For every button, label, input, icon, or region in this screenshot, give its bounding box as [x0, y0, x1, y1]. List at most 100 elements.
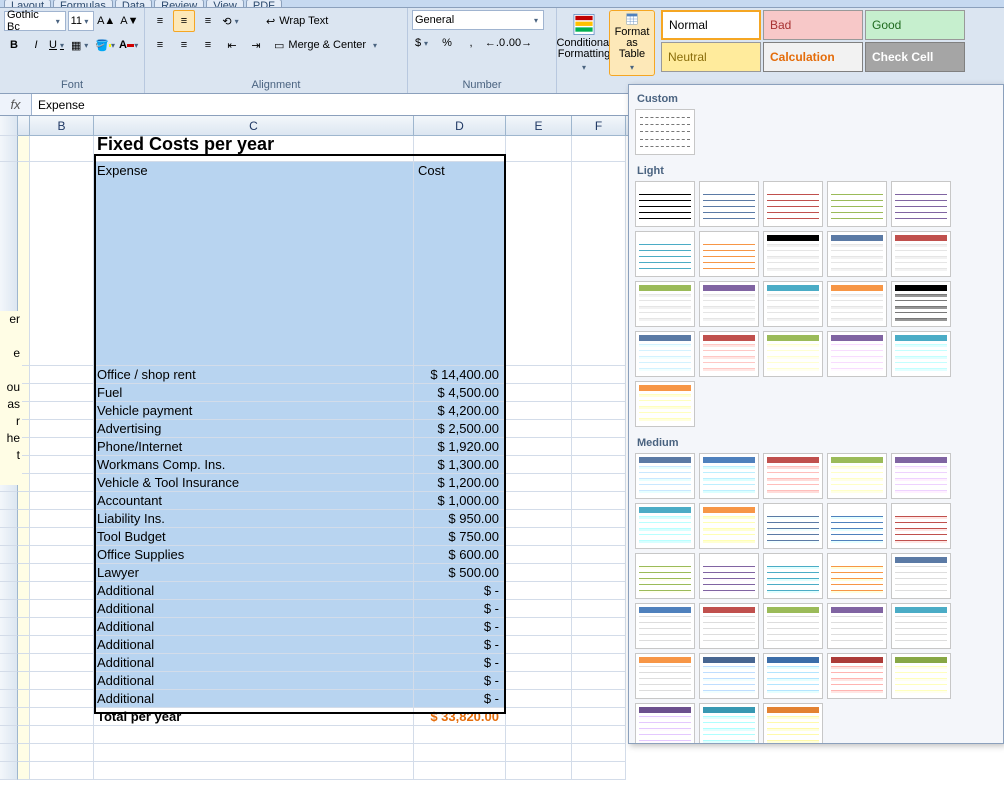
cell-style-normal[interactable]: Normal	[661, 10, 761, 40]
table-style-swatch[interactable]	[699, 553, 759, 599]
tab-pdf[interactable]: PDF	[246, 0, 282, 8]
table-style-swatch[interactable]	[699, 181, 759, 227]
table-style-swatch[interactable]	[635, 553, 695, 599]
table-style-swatch[interactable]	[635, 653, 695, 699]
table-style-swatch[interactable]	[827, 653, 887, 699]
cell-style-good[interactable]: Good	[865, 10, 965, 40]
table-row[interactable]	[0, 744, 1004, 762]
table-style-swatch[interactable]	[763, 503, 823, 549]
border-button[interactable]: ▦▾	[70, 34, 92, 56]
align-right-button[interactable]: ≡	[197, 34, 219, 56]
table-style-custom[interactable]	[635, 109, 695, 155]
format-as-table-button[interactable]: Format as Table▾	[609, 10, 655, 76]
table-style-swatch[interactable]	[699, 503, 759, 549]
table-style-swatch[interactable]	[763, 181, 823, 227]
bold-button[interactable]: B	[4, 34, 24, 56]
number-format-combo[interactable]: General▾	[412, 10, 544, 30]
table-style-swatch[interactable]	[891, 653, 951, 699]
table-style-swatch[interactable]	[827, 453, 887, 499]
table-style-swatch[interactable]	[763, 331, 823, 377]
tab-data[interactable]: Data	[115, 0, 152, 8]
table-style-swatch[interactable]	[699, 603, 759, 649]
table-style-swatch[interactable]	[827, 181, 887, 227]
table-style-swatch[interactable]	[827, 231, 887, 277]
table-style-swatch[interactable]	[763, 603, 823, 649]
align-top-button[interactable]: ≡	[149, 10, 171, 32]
align-left-button[interactable]: ≡	[149, 34, 171, 56]
table-style-swatch[interactable]	[891, 231, 951, 277]
font-name-combo[interactable]: Gothic Bc▾	[4, 11, 66, 31]
comma-format-button[interactable]: ,	[460, 32, 482, 54]
col-header-A[interactable]	[18, 116, 30, 135]
col-header-B[interactable]: B	[30, 116, 94, 135]
table-style-swatch[interactable]	[891, 181, 951, 227]
align-center-button[interactable]: ≡	[173, 34, 195, 56]
table-style-swatch[interactable]	[827, 331, 887, 377]
fx-button[interactable]: fx	[0, 94, 32, 115]
underline-button[interactable]: U▾	[48, 34, 68, 56]
table-style-swatch[interactable]	[763, 703, 823, 744]
table-style-swatch[interactable]	[699, 653, 759, 699]
col-header-F[interactable]: F	[572, 116, 626, 135]
table-style-swatch[interactable]	[635, 453, 695, 499]
wrap-text-button[interactable]: ↩Wrap Text	[261, 10, 333, 32]
table-style-swatch[interactable]	[635, 603, 695, 649]
merge-center-button[interactable]: ▭Merge & Center▾	[269, 34, 385, 56]
table-style-swatch[interactable]	[699, 453, 759, 499]
table-style-swatch[interactable]	[699, 331, 759, 377]
cell-style-bad[interactable]: Bad	[763, 10, 863, 40]
table-style-swatch[interactable]	[891, 553, 951, 599]
select-all-corner[interactable]	[0, 116, 18, 136]
font-size-combo[interactable]: 11▾	[68, 11, 94, 31]
shrink-font-button[interactable]: A▼	[119, 10, 140, 32]
accounting-format-button[interactable]: $▾	[412, 32, 434, 54]
tab-formulas[interactable]: Formulas	[53, 0, 113, 8]
table-style-swatch[interactable]	[891, 331, 951, 377]
col-header-C[interactable]: C	[94, 116, 414, 135]
table-style-swatch[interactable]	[827, 603, 887, 649]
grow-font-button[interactable]: A▲	[96, 10, 117, 32]
cell-style-neutral[interactable]: Neutral	[661, 42, 761, 72]
decrease-indent-button[interactable]: ⇤	[221, 34, 243, 56]
table-style-swatch[interactable]	[827, 553, 887, 599]
table-style-swatch[interactable]	[891, 603, 951, 649]
fill-color-button[interactable]: 🪣▾	[94, 34, 116, 56]
table-style-swatch[interactable]	[699, 703, 759, 744]
align-middle-button[interactable]: ≡	[173, 10, 195, 32]
table-style-swatch[interactable]	[635, 281, 695, 327]
table-style-swatch[interactable]	[635, 381, 695, 427]
table-style-swatch[interactable]	[763, 653, 823, 699]
table-style-swatch[interactable]	[699, 281, 759, 327]
table-style-swatch[interactable]	[699, 231, 759, 277]
font-color-button[interactable]: A▾	[118, 34, 140, 56]
increase-indent-button[interactable]: ⇥	[245, 34, 267, 56]
table-style-swatch[interactable]	[763, 281, 823, 327]
cell-style-calculation[interactable]: Calculation	[763, 42, 863, 72]
table-style-swatch[interactable]	[763, 231, 823, 277]
decrease-decimal-button[interactable]: .00→	[508, 32, 530, 54]
table-style-swatch[interactable]	[635, 231, 695, 277]
table-style-swatch[interactable]	[635, 181, 695, 227]
table-style-swatch[interactable]	[827, 503, 887, 549]
percent-format-button[interactable]: %	[436, 32, 458, 54]
table-style-swatch[interactable]	[891, 503, 951, 549]
tab-review[interactable]: Review	[154, 0, 204, 8]
table-style-swatch[interactable]	[635, 503, 695, 549]
table-style-swatch[interactable]	[827, 281, 887, 327]
col-header-D[interactable]: D	[414, 116, 506, 135]
cell-style-check-cell[interactable]: Check Cell	[865, 42, 965, 72]
table-style-swatch[interactable]	[891, 453, 951, 499]
table-row[interactable]	[0, 762, 1004, 780]
table-style-swatch[interactable]	[635, 331, 695, 377]
conditional-formatting-button[interactable]: Conditional Formatting▾	[561, 10, 607, 76]
tab-layout[interactable]: Layout	[4, 0, 51, 8]
tab-view[interactable]: View	[206, 0, 244, 8]
orientation-button[interactable]: ⟲▾	[221, 10, 243, 32]
table-style-swatch[interactable]	[635, 703, 695, 744]
table-style-swatch[interactable]	[763, 553, 823, 599]
increase-decimal-button[interactable]: ←.0	[484, 32, 506, 54]
italic-button[interactable]: I	[26, 34, 46, 56]
table-style-swatch[interactable]	[891, 281, 951, 327]
align-bottom-button[interactable]: ≡	[197, 10, 219, 32]
col-header-E[interactable]: E	[506, 116, 572, 135]
